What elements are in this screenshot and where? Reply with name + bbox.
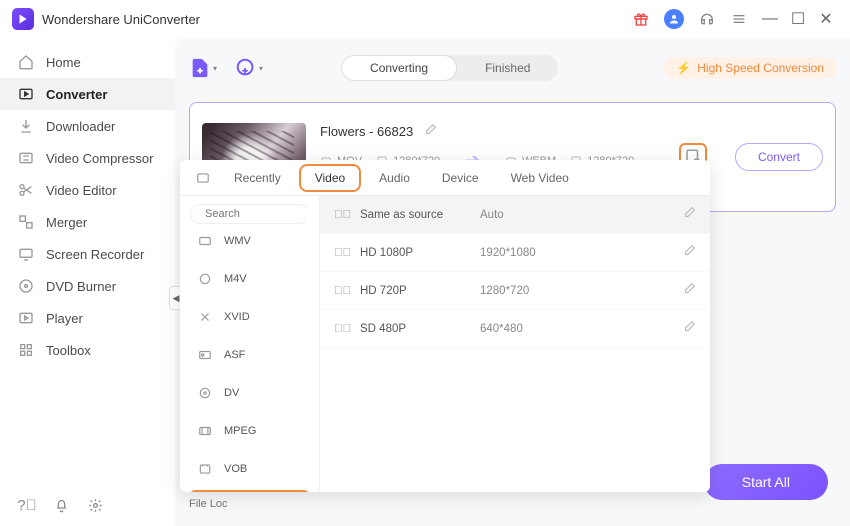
grid-icon [18, 342, 34, 358]
app-title: Wondershare UniConverter [42, 12, 200, 27]
dd-tab-device[interactable]: Device [428, 163, 493, 193]
sidebar-label: Home [46, 55, 81, 70]
dd-tab-audio[interactable]: Audio [365, 163, 424, 193]
home-icon [18, 54, 34, 70]
edit-icon[interactable] [682, 320, 696, 337]
bell-icon[interactable] [52, 496, 70, 514]
compress-icon [18, 150, 34, 166]
sidebar-label: Downloader [46, 119, 115, 134]
edit-icon[interactable] [682, 206, 696, 223]
dd-tab-recently[interactable]: Recently [220, 163, 295, 193]
help-icon[interactable]: ?⃝ [18, 496, 36, 514]
recorder-icon [18, 246, 34, 262]
tab-converting[interactable]: Converting [341, 55, 457, 81]
headset-icon[interactable] [698, 10, 716, 28]
disc-icon [18, 278, 34, 294]
edit-name-icon[interactable] [423, 123, 437, 140]
tabs: Converting Finished [341, 55, 558, 81]
resolution-same[interactable]: ▸⃞Same as sourceAuto [320, 196, 710, 234]
format-wmv[interactable]: WMV [180, 232, 319, 260]
add-file-button[interactable]: ▾ [189, 57, 217, 79]
gift-icon[interactable] [632, 10, 650, 28]
sidebar-item-converter[interactable]: Converter [0, 78, 175, 110]
format-dv[interactable]: DV [180, 374, 319, 412]
convert-button[interactable]: Convert [735, 143, 823, 171]
add-url-button[interactable]: ▾ [235, 57, 263, 79]
sidebar-label: Video Compressor [46, 151, 153, 166]
sidebar-item-merger[interactable]: Merger [0, 206, 175, 238]
format-asf[interactable]: ASF [180, 336, 319, 374]
sidebar-label: Converter [46, 87, 107, 102]
sidebar-item-home[interactable]: Home [0, 46, 175, 78]
high-speed-conversion[interactable]: ⚡High Speed Conversion [664, 57, 836, 79]
format-xvid[interactable]: XVID [180, 298, 319, 336]
converter-icon [18, 86, 34, 102]
sidebar-label: Video Editor [46, 183, 117, 198]
sidebar-item-editor[interactable]: Video Editor [0, 174, 175, 206]
close-button[interactable]: ✕ [814, 7, 838, 31]
edit-icon[interactable] [682, 282, 696, 299]
search-input[interactable] [205, 208, 320, 220]
thumbnail-toggle-icon[interactable] [194, 171, 212, 185]
scissors-icon [18, 182, 34, 198]
format-m4v[interactable]: M4V [180, 260, 319, 298]
sidebar-label: DVD Burner [46, 279, 116, 294]
sidebar-item-dvd[interactable]: DVD Burner [0, 270, 175, 302]
app-logo [12, 8, 34, 30]
format-vob[interactable]: VOB [180, 450, 319, 488]
sidebar-label: Merger [46, 215, 87, 230]
play-icon [18, 310, 34, 326]
sidebar-item-downloader[interactable]: Downloader [0, 110, 175, 142]
bolt-icon: ⚡ [676, 61, 691, 75]
file-name: Flowers - 66823 [320, 124, 413, 139]
play-box-icon: ▸⃞ [334, 247, 350, 259]
sidebar-label: Toolbox [46, 343, 91, 358]
gear-icon[interactable] [86, 496, 104, 514]
sidebar-item-recorder[interactable]: Screen Recorder [0, 238, 175, 270]
tab-finished[interactable]: Finished [457, 55, 558, 81]
maximize-button[interactable]: ☐ [786, 7, 810, 31]
sidebar-label: Player [46, 311, 83, 326]
user-avatar[interactable] [664, 9, 684, 29]
sidebar-label: Screen Recorder [46, 247, 144, 262]
merge-icon [18, 214, 34, 230]
format-mpeg[interactable]: MPEG [180, 412, 319, 450]
play-box-icon: ▸⃞ [334, 285, 350, 297]
chevron-down-icon: ▾ [259, 64, 263, 73]
sidebar-item-compressor[interactable]: Video Compressor [0, 142, 175, 174]
file-location-label: File Loc [189, 498, 228, 510]
play-box-icon: ▸⃞ [334, 323, 350, 335]
minimize-button[interactable]: — [758, 7, 782, 31]
resolution-1080p[interactable]: ▸⃞HD 1080P1920*1080 [320, 234, 710, 272]
resolution-480p[interactable]: ▸⃞SD 480P640*480 [320, 310, 710, 348]
format-search[interactable] [190, 204, 309, 224]
format-webm[interactable]: WEBM [188, 490, 311, 492]
sidebar-item-toolbox[interactable]: Toolbox [0, 334, 175, 366]
sidebar: Home Converter Downloader Video Compress… [0, 38, 175, 526]
resolution-720p[interactable]: ▸⃞HD 720P1280*720 [320, 272, 710, 310]
download-icon [18, 118, 34, 134]
edit-icon[interactable] [682, 244, 696, 261]
menu-icon[interactable] [730, 10, 748, 28]
play-box-icon: ▸⃞ [334, 209, 350, 221]
format-dropdown: Recently Video Audio Device Web Video WM… [180, 160, 710, 492]
chevron-down-icon: ▾ [213, 64, 217, 73]
sidebar-item-player[interactable]: Player [0, 302, 175, 334]
dd-tab-video[interactable]: Video [299, 164, 361, 192]
dd-tab-webvideo[interactable]: Web Video [497, 163, 583, 193]
start-all-button[interactable]: Start All [704, 464, 828, 500]
